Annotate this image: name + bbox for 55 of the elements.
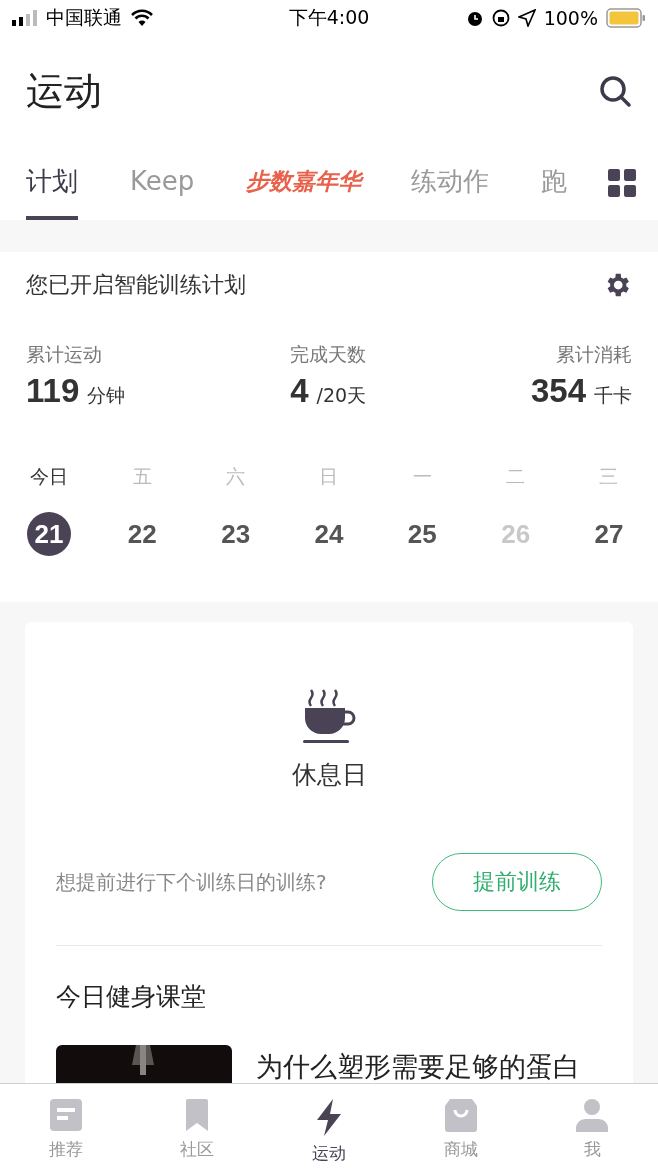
promo-tab[interactable]: 步数嘉年华 <box>246 146 362 220</box>
stat-unit: 分钟 <box>87 383 126 408</box>
rest-day-title: 休息日 <box>291 759 367 791</box>
battery-percent: 100% <box>543 7 598 29</box>
weekday-label: 日 <box>319 464 339 489</box>
location-arrow-icon <box>517 9 536 27</box>
nav-tab[interactable]: 社区 <box>157 1098 238 1170</box>
calendar-date[interactable]: 22 <box>120 512 165 556</box>
stat-unit: /20天 <box>316 383 367 408</box>
nav-tab[interactable]: 推荐 <box>25 1098 106 1170</box>
weekday-label: 二 <box>506 464 526 489</box>
alarm-clock-icon <box>465 9 484 27</box>
wifi-icon <box>130 9 154 27</box>
stat-label: 完成天数 <box>290 342 367 367</box>
calendar-date[interactable]: 21 <box>27 512 71 556</box>
calendar-date[interactable]: 25 <box>400 512 445 556</box>
train-early-button[interactable]: 提前训练 <box>432 853 602 911</box>
carrier-name: 中国联通 <box>46 5 122 30</box>
shopping-bag-icon <box>443 1098 478 1132</box>
weekday-label: 今日 <box>30 464 68 489</box>
plan-title: 您已开启智能训练计划 <box>26 271 246 299</box>
nav-tab[interactable]: 运动 <box>289 1098 369 1170</box>
grid-icon[interactable] <box>608 169 636 197</box>
page-title: 运动 <box>26 67 102 115</box>
stat-value: 4 <box>290 372 309 410</box>
section-title: 今日健身课堂 <box>56 981 207 1013</box>
calendar-date[interactable]: 23 <box>213 512 258 556</box>
battery-icon <box>606 8 646 28</box>
weekday-label: 六 <box>226 464 246 489</box>
stat-label: 累计消耗 <box>556 342 632 367</box>
calendar-date[interactable]: 27 <box>586 512 631 556</box>
nav-tab[interactable]: 商城 <box>420 1098 501 1170</box>
status-time: 下午4:00 <box>288 5 370 30</box>
stat-unit: 千卡 <box>594 383 632 408</box>
stat-label: 累计运动 <box>26 342 102 367</box>
bookmark-icon <box>184 1098 211 1132</box>
weekday-label: 一 <box>412 464 432 489</box>
category-tab[interactable]: 练动作 <box>411 146 490 220</box>
article-title[interactable]: 为什么塑形需要足够的蛋白 <box>256 1045 580 1085</box>
article-icon <box>48 1098 83 1132</box>
stat-value: 354 <box>530 372 586 410</box>
calendar-date[interactable]: 24 <box>307 512 351 556</box>
nav-tab[interactable]: 我 <box>552 1098 633 1170</box>
category-tab[interactable]: 跑 <box>541 146 568 220</box>
stat-value: 119 <box>26 372 80 410</box>
category-tab[interactable]: 计划 <box>26 146 78 220</box>
weekday-label: 五 <box>132 464 152 489</box>
lightning-icon <box>314 1098 344 1136</box>
train-early-prompt: 想提前进行下个训练日的训练? <box>56 868 327 896</box>
category-tab[interactable]: Keep <box>130 146 195 220</box>
weekday-label: 三 <box>599 464 619 489</box>
rotation-lock-icon <box>491 9 510 27</box>
person-icon <box>575 1098 610 1132</box>
search-icon[interactable] <box>598 74 632 108</box>
signal-icon <box>12 10 38 26</box>
